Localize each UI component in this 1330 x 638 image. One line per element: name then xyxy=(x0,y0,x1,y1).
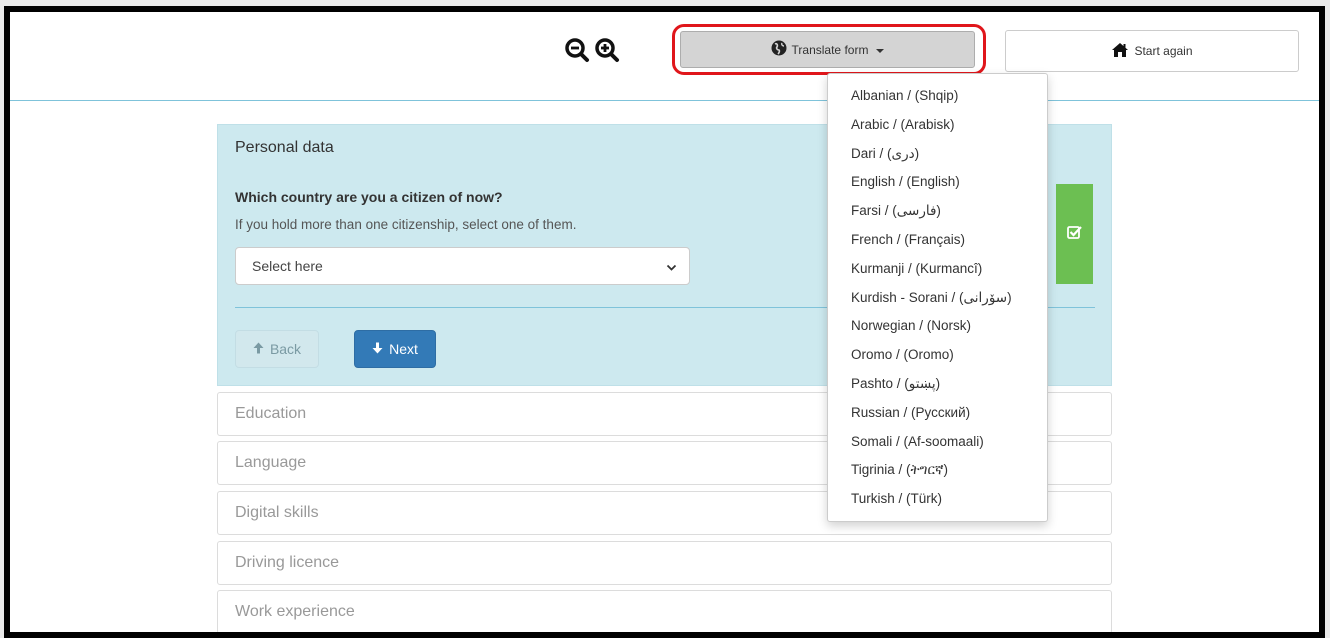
language-option[interactable]: Turkish / (Türk) xyxy=(828,485,1047,514)
caret-down-icon xyxy=(876,48,885,53)
section-title[interactable]: Personal data xyxy=(235,139,334,157)
chevron-down-icon xyxy=(666,260,677,276)
header-divider xyxy=(10,100,1319,101)
start-again-button[interactable]: Start again xyxy=(1005,30,1299,72)
select-value: Select here xyxy=(252,258,323,274)
language-option[interactable]: Arabic / (Arabisk) xyxy=(828,111,1047,140)
back-label: Back xyxy=(269,341,302,357)
language-option[interactable]: Kurmanji / (Kurmancî) xyxy=(828,255,1047,284)
browser-frame: Translate form Start again Personal data… xyxy=(4,6,1325,638)
back-button[interactable]: Back xyxy=(235,330,319,368)
citizenship-select[interactable]: Select here xyxy=(235,247,690,285)
language-dropdown-menu: Albanian / (Shqip) Arabic / (Arabisk) Da… xyxy=(827,73,1048,522)
language-option[interactable]: Albanian / (Shqip) xyxy=(828,82,1047,111)
arrow-down-icon xyxy=(372,341,383,357)
language-option[interactable]: Farsi / (فارسی) xyxy=(828,197,1047,226)
question-label: Which country are you a citizen of now? xyxy=(235,189,503,205)
checkbox-checked-icon xyxy=(1067,225,1082,244)
start-again-label: Start again xyxy=(1134,44,1193,58)
page-content: Translate form Start again Personal data… xyxy=(10,12,1319,632)
translate-form-label: Translate form xyxy=(791,42,869,57)
zoom-in-icon[interactable] xyxy=(593,36,621,64)
language-option[interactable]: Pashto / (پښتو) xyxy=(828,370,1047,399)
language-option[interactable]: Norwegian / (Norsk) xyxy=(828,312,1047,341)
globe-icon xyxy=(771,40,787,59)
language-option[interactable]: Oromo / (Oromo) xyxy=(828,341,1047,370)
home-icon xyxy=(1111,42,1129,61)
translate-form-button[interactable]: Translate form xyxy=(680,31,975,68)
language-option[interactable]: Dari / (دری) xyxy=(828,140,1047,169)
language-option[interactable]: English / (English) xyxy=(828,168,1047,197)
next-button[interactable]: Next xyxy=(354,330,436,368)
language-option[interactable]: French / (Français) xyxy=(828,226,1047,255)
language-option[interactable]: Somali / (Af-soomaali) xyxy=(828,428,1047,457)
question-hint: If you hold more than one citizenship, s… xyxy=(235,217,577,232)
arrow-up-icon xyxy=(253,341,264,357)
language-option[interactable]: Tigrinia / (ትግርኛ) xyxy=(828,456,1047,485)
language-option[interactable]: Russian / (Русский) xyxy=(828,399,1047,428)
zoom-out-icon[interactable] xyxy=(563,36,591,64)
next-label: Next xyxy=(389,341,418,357)
language-option[interactable]: Kurdish - Sorani / (سۆرانی) xyxy=(828,284,1047,313)
section-complete-indicator xyxy=(1056,184,1093,284)
section-work-experience[interactable]: Work experience xyxy=(217,590,1112,632)
section-driving-licence[interactable]: Driving licence xyxy=(217,541,1112,585)
